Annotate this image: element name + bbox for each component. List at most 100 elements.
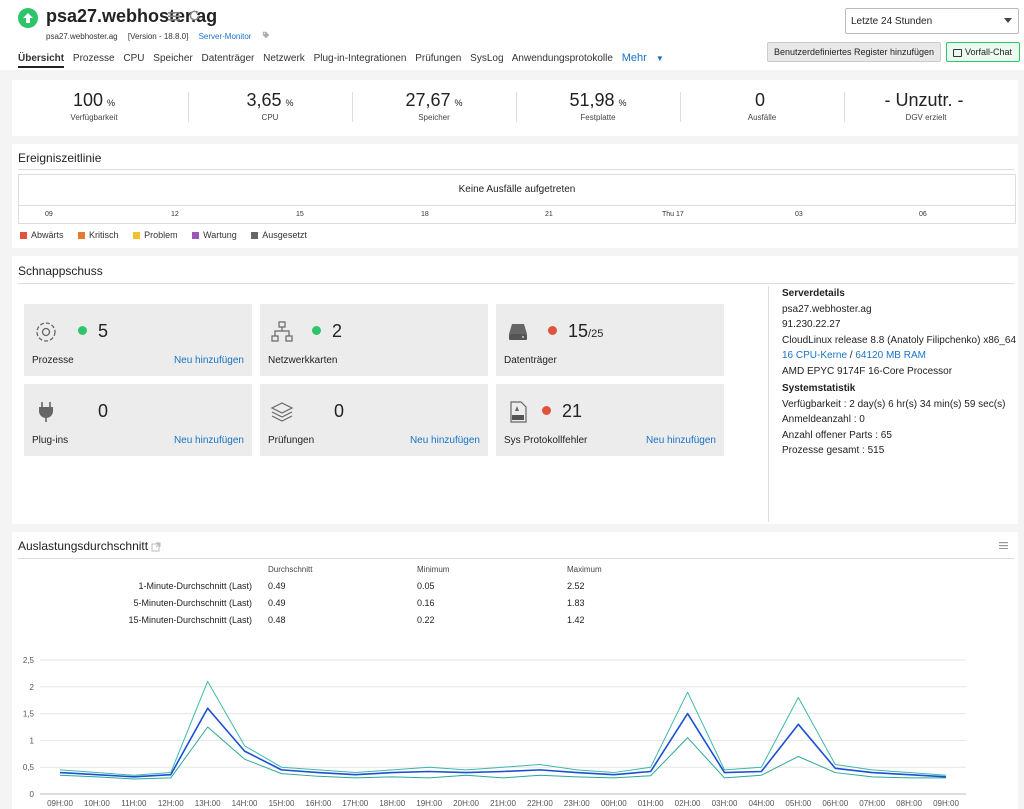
x-tick-label: 05H:00	[785, 799, 811, 808]
card-processes[interactable]: 5 Prozesse Neu hinzufügen	[24, 304, 252, 376]
external-link-icon[interactable]	[151, 542, 161, 552]
card-syslog-errors[interactable]: 21 Sys Protokollfehler Neu hinzufügen	[496, 384, 724, 456]
card-number: 21	[562, 401, 583, 421]
timeline-tick: Thu 17	[662, 211, 684, 218]
time-range-select[interactable]: Letzte 24 Stunden	[845, 8, 1019, 34]
tab-overview[interactable]: Übersicht	[18, 53, 65, 68]
tab-memory[interactable]: Speicher	[153, 53, 192, 64]
card-disks[interactable]: 15/25 Datenträger	[496, 304, 724, 376]
card-number: 5	[98, 321, 109, 341]
add-log-link[interactable]: Neu hinzufügen	[646, 435, 716, 446]
series-line-2[interactable]	[59, 680, 947, 776]
load-title: Auslastungsdurchschnitt	[18, 539, 149, 553]
add-custom-register-button[interactable]: Benutzerdefiniertes Register hinzufügen	[767, 42, 941, 62]
plug-icon	[39, 402, 53, 422]
timeline-tick: 15	[296, 211, 304, 218]
cell-min: 0.22	[417, 615, 435, 625]
legend-label: Wartung	[203, 230, 237, 240]
menu-icon[interactable]	[168, 10, 180, 22]
legend-swatch	[251, 232, 259, 240]
timeline-track[interactable]: Keine Ausfälle aufgetreten 09 12 15 18 2…	[18, 174, 1016, 224]
server-details: Serverdetails psa27.webhoster.ag 91.230.…	[768, 286, 1022, 459]
cell-avg: 0.49	[268, 581, 286, 591]
legend-item-maintenance[interactable]: Wartung	[192, 230, 237, 240]
tab-network[interactable]: Netzwerk	[263, 53, 305, 64]
hostname: psa27.webhoster.ag	[782, 303, 872, 315]
x-tick-label: 18H:00	[379, 799, 405, 808]
legend-item-critical[interactable]: Kritisch	[78, 230, 119, 240]
top-bar: psa27.webhoster.ag psa27.webhoster.ag [V…	[0, 0, 1024, 70]
legend-item-suspended[interactable]: Ausgesetzt	[251, 230, 307, 240]
x-tick-label: 12H:00	[158, 799, 184, 808]
add-check-link[interactable]: Neu hinzufügen	[410, 435, 480, 446]
legend-item-down[interactable]: Abwärts	[20, 230, 64, 240]
timeline-tick: 03	[795, 211, 803, 218]
monitor-type-link[interactable]: Server-Monitor	[199, 32, 252, 41]
tab-more[interactable]: Mehr ▼	[622, 52, 670, 64]
tab-app-logs[interactable]: Anwendungsprotokolle	[512, 53, 613, 64]
tag-icon[interactable]	[262, 31, 270, 39]
card-name: Prozesse	[32, 355, 74, 366]
card-number: 15	[568, 321, 589, 341]
network-icon	[271, 321, 293, 342]
kpi-row: 100% Verfügbarkeit 3,65% CPU 27,67% Speiche…	[12, 80, 1018, 136]
chart-menu-icon[interactable]	[999, 542, 1008, 549]
kpi-value: 100	[72, 90, 104, 110]
kpi-value: - Unzutr. -	[884, 90, 964, 110]
x-tick-label: 02H:00	[675, 799, 701, 808]
hard-drive-icon	[509, 324, 527, 340]
column-header: Maximum	[567, 565, 602, 574]
kpi-memory[interactable]: 27,67% Speicher	[352, 90, 516, 122]
more-label: Mehr	[621, 52, 647, 64]
tab-plugin-integrations[interactable]: Plug-in-Integrationen	[314, 53, 407, 64]
legend-item-problem[interactable]: Problem	[133, 230, 178, 240]
kpi-disk[interactable]: 51,98% Festplatte	[516, 90, 680, 122]
open-ports: Anzahl offener Parts : 65	[782, 429, 892, 441]
y-tick-label: 0	[30, 790, 35, 799]
x-tick-label: 10H:00	[84, 799, 110, 808]
column-header: Durchschnitt	[268, 565, 313, 574]
refresh-icon[interactable]	[188, 9, 201, 22]
kpi-outages[interactable]: 0 Ausfälle	[680, 90, 844, 122]
x-tick-label: 19H:00	[416, 799, 442, 808]
ram-link[interactable]: 64120 MB RAM	[855, 350, 926, 361]
card-number: 0	[98, 401, 109, 421]
ip-address: 91.230.22.27	[782, 319, 841, 330]
card-plugins[interactable]: 0 Plug-ins Neu hinzufügen	[24, 384, 252, 456]
version-label: [Version - 18.8.0]	[127, 32, 189, 41]
add-process-link[interactable]: Neu hinzufügen	[174, 355, 244, 366]
legend-swatch	[192, 232, 200, 240]
divider	[18, 169, 1014, 170]
kpi-unit: %	[454, 98, 463, 108]
card-checks[interactable]: 0 Prüfungen Neu hinzufügen	[260, 384, 488, 456]
process-gear-icon	[36, 322, 56, 342]
tab-processes[interactable]: Prozesse	[73, 53, 115, 64]
card-name: Netzwerkkarten	[268, 355, 338, 366]
tab-bar: Übersicht Prozesse CPU Speicher Datenträ…	[18, 52, 676, 68]
card-value: 0	[334, 401, 344, 422]
system-stats-title: Systemstatistik	[782, 383, 856, 394]
cpu-cores-link[interactable]: 16 CPU-Kerne	[782, 350, 847, 361]
card-name: Plug-ins	[32, 435, 69, 446]
event-timeline-panel: Ereigniszeitlinie Keine Ausfälle aufgetr…	[12, 144, 1018, 248]
tab-checks[interactable]: Prüfungen	[415, 53, 461, 64]
x-tick-label: 16H:00	[306, 799, 332, 808]
load-table: Durchschnitt Minimum Maximum 1-Minute-Du…	[12, 564, 672, 634]
incident-chat-button[interactable]: Vorfall-Chat	[946, 42, 1020, 62]
card-network-cards[interactable]: 2 Netzwerkkarten	[260, 304, 488, 376]
incident-chat-label: Vorfall-Chat	[965, 47, 1013, 57]
status-dot	[312, 326, 321, 335]
kpi-sla[interactable]: - Unzutr. - DGV erzielt	[844, 90, 1008, 122]
kpi-availability[interactable]: 100% Verfügbarkeit	[12, 90, 176, 122]
add-plugin-link[interactable]: Neu hinzufügen	[174, 435, 244, 446]
tab-disks[interactable]: Datenträger	[202, 53, 255, 64]
tab-cpu[interactable]: CPU	[123, 53, 144, 64]
tab-syslog[interactable]: SysLog	[470, 53, 503, 64]
kpi-cpu[interactable]: 3,65% CPU	[188, 90, 352, 122]
subhost-label: psa27.webhoster.ag	[46, 32, 118, 41]
kpi-value: 27,67	[405, 90, 451, 110]
load-average-chart[interactable]: 0 0,5 1 1,5 2 2,5 09H:00 10H:00 11H:00 12H:00 13H:…	[12, 644, 1018, 809]
x-tick-label: 00H:00	[601, 799, 627, 808]
cell-avg: 0.49	[268, 598, 286, 608]
timeline-legend: Abwärts Kritisch Problem Wartung Ausgese…	[20, 230, 319, 240]
